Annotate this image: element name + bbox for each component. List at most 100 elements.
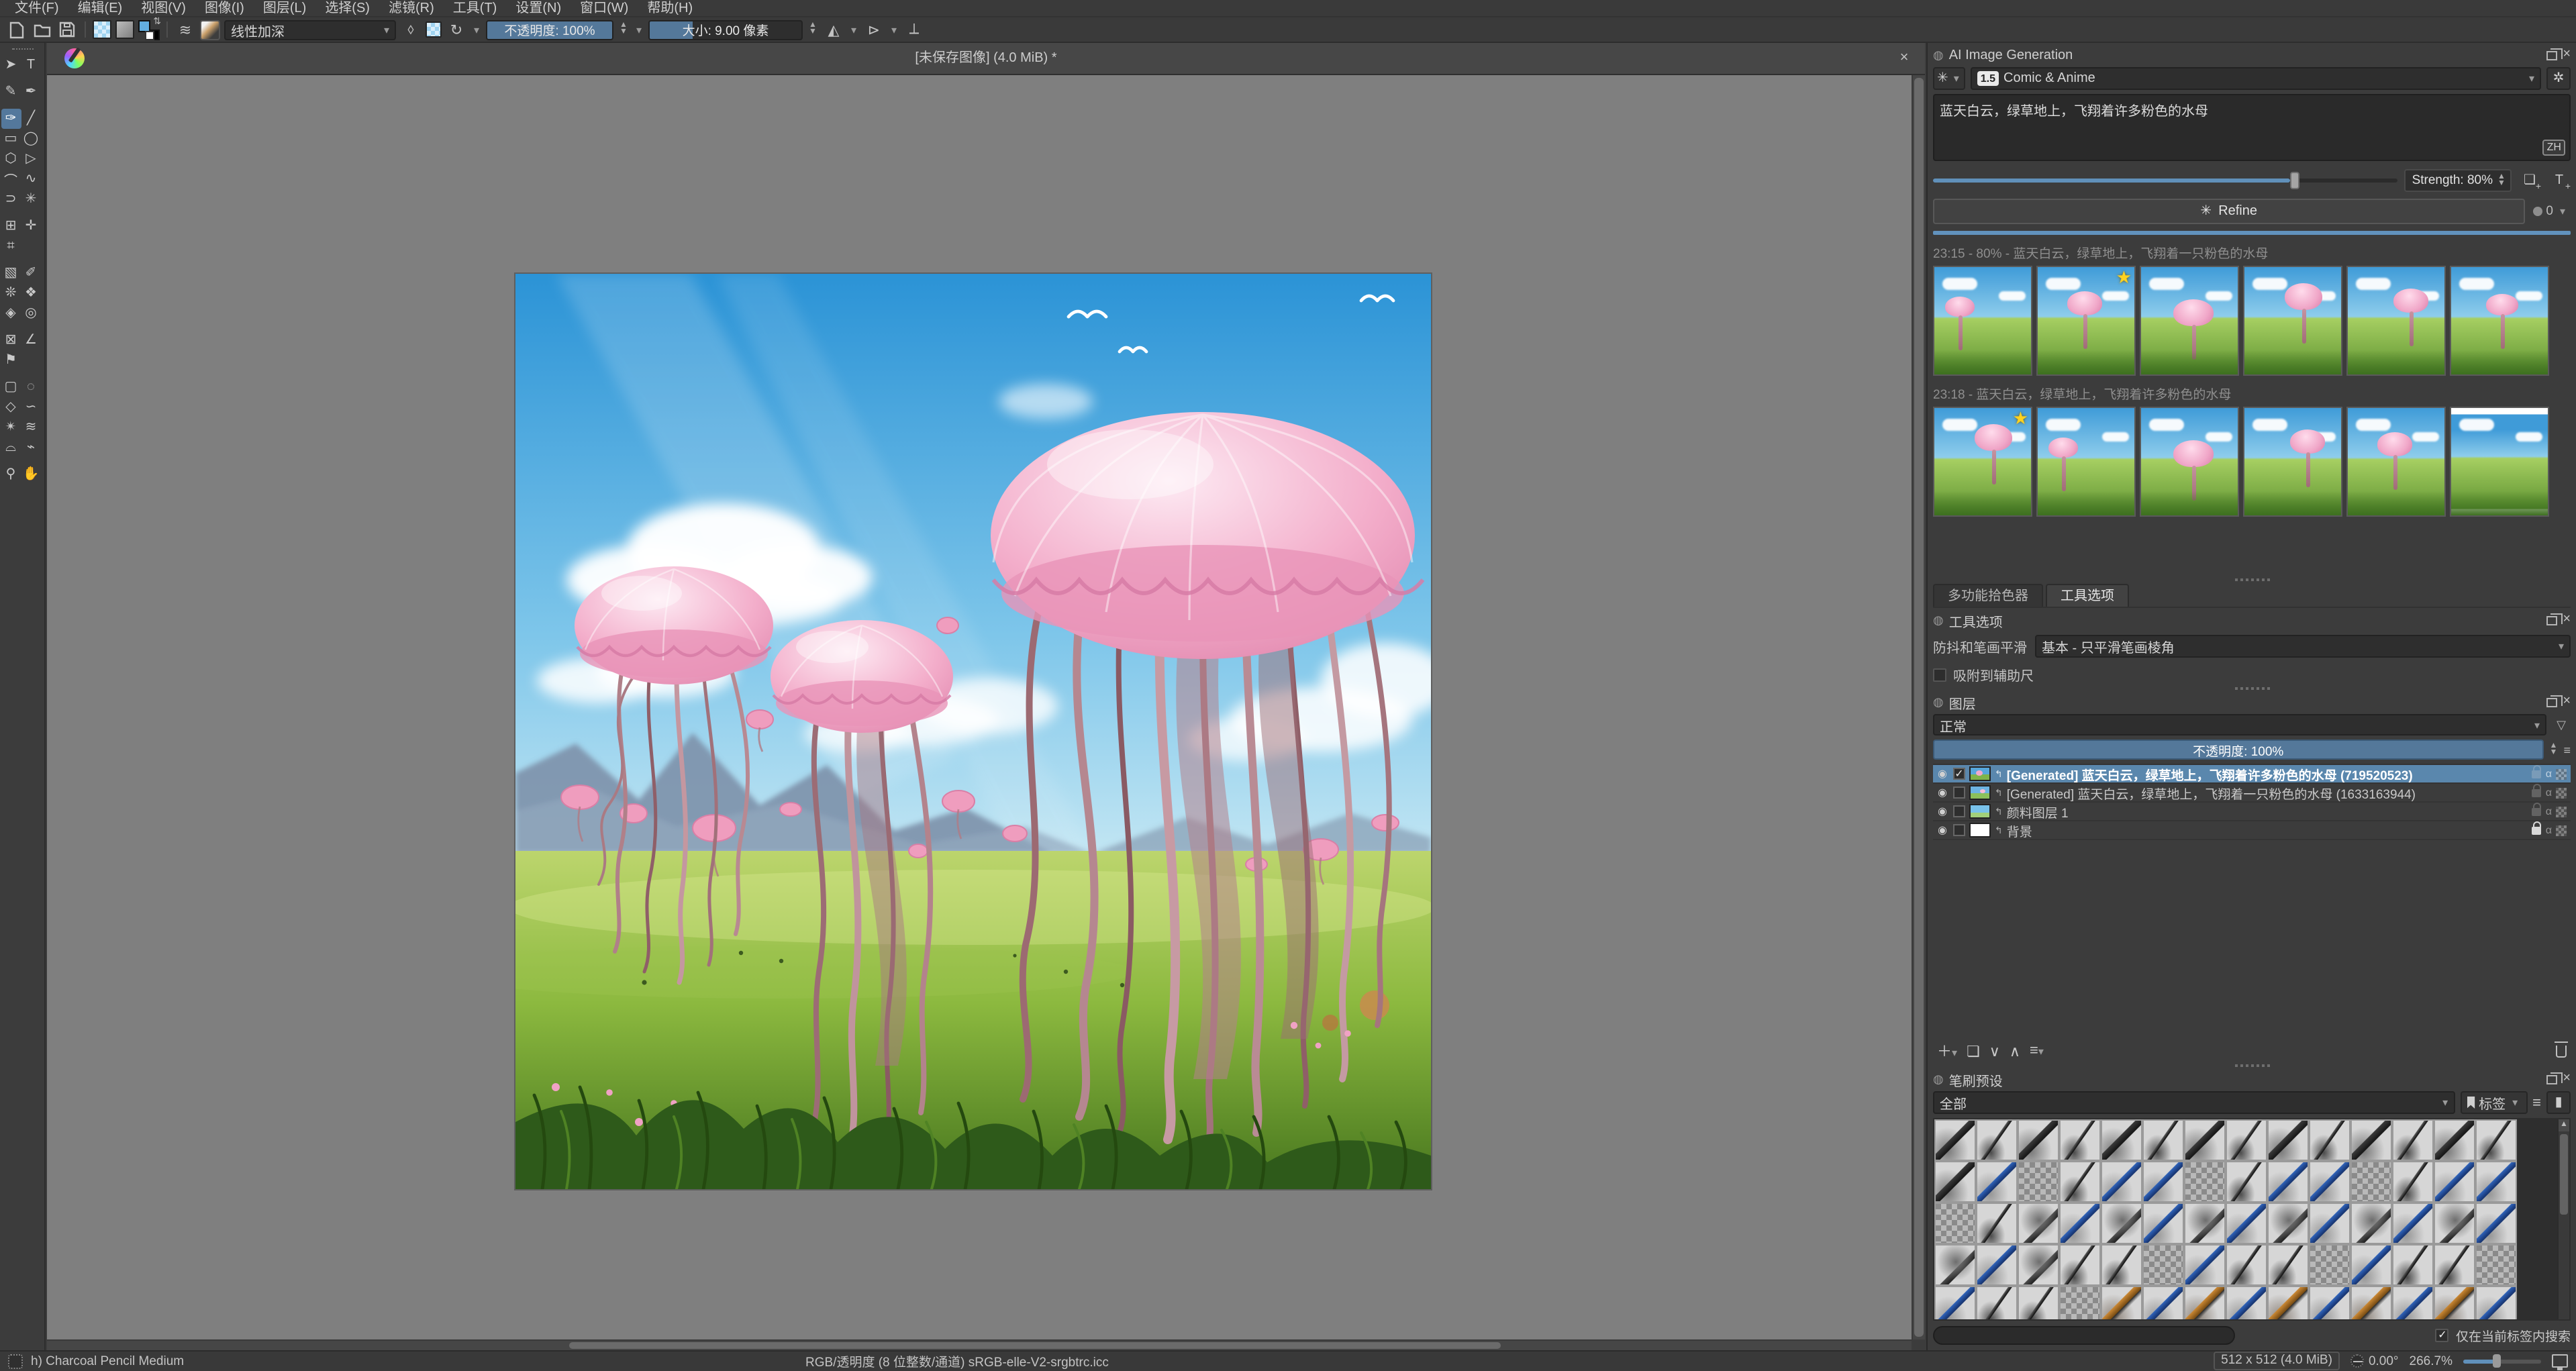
brush-preset-cell[interactable] <box>2350 1203 2392 1244</box>
reload-preset-button[interactable]: ↻ <box>446 19 467 40</box>
crop-tool[interactable]: ⌗ <box>1 236 21 256</box>
lock-icon[interactable] <box>2532 821 2542 834</box>
brush-preset-cell[interactable] <box>2226 1244 2267 1286</box>
float-docker-icon[interactable] <box>2546 695 2563 707</box>
brush-preset-cell[interactable] <box>2059 1286 2101 1319</box>
chevron-down-icon[interactable]: ▾ <box>848 23 859 36</box>
颜料图层 1[interactable]: ◉ ✓ ↰ 颜料图层 1 α <box>1933 802 2571 821</box>
preserve-alpha-button[interactable] <box>426 21 442 38</box>
menu-item[interactable]: 视图(V) <box>132 0 195 17</box>
brush-preset-cell[interactable] <box>2475 1161 2517 1203</box>
lock-icon[interactable] <box>2532 783 2542 797</box>
brush-preset-cell[interactable] <box>2267 1203 2309 1244</box>
layer-blend-mode-combo[interactable]: 正常 ▾ <box>1933 714 2546 735</box>
brush-preset-cell[interactable] <box>2226 1119 2267 1161</box>
[Generated] 蓝天白云，绿草地上，飞翔着一只粉色的水母 (1633163944)[interactable]: ◉ ✓ ↰ [Generated] 蓝天白云，绿草地上，飞翔着一只粉色的水母 (… <box>1933 783 2571 803</box>
docker-pin-icon[interactable]: ◍ <box>1933 1072 1944 1086</box>
strength-spinbox[interactable]: Strength: 80% ▲ ▼ <box>2404 169 2512 192</box>
ellipse-select-tool[interactable]: ◌ <box>21 377 41 397</box>
tool-button[interactable] <box>1 209 44 216</box>
brush-preset-cell[interactable] <box>2018 1203 2059 1244</box>
brush-preset-cell[interactable] <box>1934 1286 1976 1319</box>
close-docker-icon[interactable]: × <box>2563 1072 2571 1086</box>
history-thumbnail[interactable]: ★ <box>1933 266 2032 376</box>
freehand-select-tool[interactable]: ∽ <box>21 397 41 417</box>
brush-tip-icon[interactable]: ▮ <box>2546 1091 2571 1114</box>
brush-preset-cell[interactable] <box>2101 1203 2142 1244</box>
brush-preset-cell[interactable] <box>2184 1244 2226 1286</box>
brush-preset-cell[interactable] <box>2475 1203 2517 1244</box>
zoom-percent[interactable]: 266.7% <box>2410 1354 2453 1369</box>
polygon-tool[interactable]: ⬡ <box>1 149 21 169</box>
alpha-lock-icon[interactable]: α <box>2546 768 2552 780</box>
bezier-curve-tool[interactable]: ⌒ <box>1 169 21 189</box>
layer-select-checkbox[interactable]: ✓ <box>1953 768 1965 780</box>
history-thumbnail[interactable]: ★ <box>2450 407 2549 517</box>
brush-preset-cell[interactable] <box>2142 1286 2184 1319</box>
menu-item[interactable]: 工具(T) <box>444 0 507 17</box>
brush-preset-cell[interactable] <box>2309 1161 2350 1203</box>
brush-size-slider[interactable]: 大小: 9.00 像素 <box>648 19 803 40</box>
opacity-slider[interactable]: 不透明度: 100% <box>486 19 613 40</box>
move-layer-down-button[interactable]: ∨ <box>1989 1042 2000 1060</box>
gradient-tool[interactable]: ▧ <box>1 263 21 283</box>
brush-preset-cell[interactable] <box>2142 1161 2184 1203</box>
inherit-alpha-icon[interactable] <box>2556 768 2567 779</box>
language-badge[interactable]: ZH <box>2542 140 2565 156</box>
menu-item[interactable]: 图像(I) <box>195 0 254 17</box>
pan-tool[interactable]: ✋ <box>21 464 41 485</box>
brush-preset-cell[interactable] <box>1934 1119 1976 1161</box>
brush-preset-cell[interactable] <box>2018 1244 2059 1286</box>
new-document-button[interactable] <box>5 19 27 40</box>
brush-preset-cell[interactable] <box>2267 1161 2309 1203</box>
layer-opacity-slider[interactable]: 不透明度: 100% <box>1933 740 2544 760</box>
background-color-chip[interactable] <box>145 30 160 40</box>
brush-preview-chip[interactable] <box>8 1354 23 1369</box>
zoom-tool[interactable]: ⚲ <box>1 464 21 485</box>
close-docker-icon[interactable]: × <box>2563 613 2571 627</box>
visibility-icon[interactable]: ◉ <box>1936 824 1949 836</box>
tab-advanced-color-selector[interactable]: 多功能拾色器 <box>1933 584 2043 607</box>
canvas-vertical-scrollbar[interactable] <box>1912 75 1925 1339</box>
brush-preset-cell[interactable] <box>2101 1119 2142 1161</box>
painting-blend-mode-combo[interactable]: 线性加深 ▾ <box>224 19 396 40</box>
brush-preset-cell[interactable] <box>2018 1286 2059 1319</box>
brush-preset-cell[interactable] <box>2392 1161 2434 1203</box>
magnetic-select-tool[interactable]: ⌁ <box>21 438 41 458</box>
history-thumbnail[interactable]: ★ <box>1933 407 2032 517</box>
line-tool[interactable]: ╱ <box>21 109 41 129</box>
polygon-select-tool[interactable]: ◇ <box>1 397 21 417</box>
layer-select-checkbox[interactable]: ✓ <box>1953 824 1965 836</box>
toolbox-drag-handle[interactable] <box>11 48 33 51</box>
menu-item[interactable]: 滤镜(R) <box>379 0 444 17</box>
chevron-down-icon[interactable]: ▾ <box>471 23 482 36</box>
brush-preset-cell[interactable] <box>2392 1244 2434 1286</box>
float-docker-icon[interactable] <box>2546 613 2563 625</box>
brush-preset-cell[interactable] <box>2267 1244 2309 1286</box>
tab-tool-options[interactable]: 工具选项 <box>2046 584 2129 607</box>
swap-colors-icon[interactable]: ⇅ <box>153 16 161 27</box>
history-thumbnail[interactable]: ★ <box>2036 266 2136 376</box>
gradient-swatch[interactable] <box>115 20 134 39</box>
brush-option-slider-icon[interactable]: ≋ <box>175 19 196 40</box>
brush-preset-cell[interactable] <box>1976 1203 2018 1244</box>
visibility-icon[interactable]: ◉ <box>1936 805 1949 817</box>
panel-splitter[interactable] <box>1933 1062 2571 1070</box>
alpha-lock-icon[interactable]: α <box>2546 786 2552 799</box>
brush-preset-cell[interactable] <box>1976 1286 2018 1319</box>
close-docker-icon[interactable]: × <box>2563 48 2571 62</box>
brush-preset-cell[interactable] <box>2434 1161 2475 1203</box>
tool-button[interactable] <box>1 370 44 377</box>
brush-preset-cell[interactable] <box>2142 1203 2184 1244</box>
freehand-brush-tool[interactable]: ✑ <box>1 109 21 129</box>
menu-item[interactable]: 设置(N) <box>506 0 571 17</box>
brush-preset-cell[interactable] <box>2142 1244 2184 1286</box>
menu-item[interactable]: 选择(S) <box>315 0 379 17</box>
docker-pin-icon[interactable]: ◍ <box>1933 613 1944 627</box>
brush-preset-cell[interactable] <box>2018 1119 2059 1161</box>
brush-preset-cell[interactable] <box>2475 1119 2517 1161</box>
brush-preset-cell[interactable] <box>2059 1161 2101 1203</box>
brush-preset-cell[interactable] <box>2018 1161 2059 1203</box>
eraser-mode-button[interactable]: ⬨ <box>400 19 422 40</box>
zoom-slider[interactable] <box>2463 1354 2541 1368</box>
